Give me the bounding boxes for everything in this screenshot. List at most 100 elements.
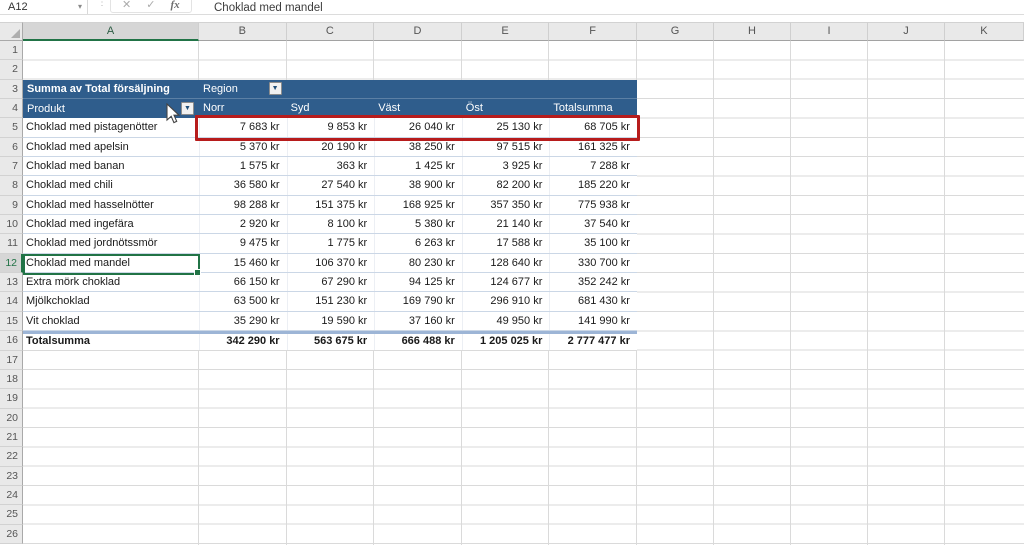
name-box-dropdown-icon[interactable]: ▾ [78,1,82,13]
pivot-product-cell[interactable]: Choklad med jordnötssmör [23,234,199,252]
pivot-value-cell[interactable]: 17 588 kr [462,234,550,252]
pivot-product-cell[interactable]: Vit choklad [23,312,199,330]
pivot-value-cell[interactable]: 35 100 kr [549,234,637,252]
pivot-value-cell[interactable]: 124 677 kr [462,273,550,291]
row-header-1[interactable]: 1 [0,41,23,60]
row-header-8[interactable]: 8 [0,176,23,195]
pivot-value-cell[interactable]: 2 920 kr [199,215,287,233]
row-header-26[interactable]: 26 [0,525,23,544]
pivot-value-cell[interactable]: 681 430 kr [549,292,637,310]
grand-total-value[interactable]: 2 777 477 kr [549,334,637,349]
pivot-value-cell[interactable]: 98 288 kr [199,196,287,214]
grand-total-label[interactable]: Totalsumma [23,334,199,349]
pivot-product-cell[interactable]: Choklad med apelsin [23,138,199,156]
column-header-G[interactable]: G [637,22,714,41]
pivot-value-cell[interactable]: 9 475 kr [199,234,287,252]
row-header-15[interactable]: 15 [0,312,23,331]
row-header-3[interactable]: 3 [0,80,23,99]
pivot-value-cell[interactable]: 775 938 kr [549,196,637,214]
row-header-12[interactable]: 12 [0,254,23,273]
pivot-value-cell[interactable]: 63 500 kr [199,292,287,310]
row-header-21[interactable]: 21 [0,428,23,447]
pivot-value-cell[interactable]: 330 700 kr [549,254,637,272]
pivot-value-cell[interactable]: 19 590 kr [287,312,375,330]
row-header-6[interactable]: 6 [0,138,23,157]
pivot-value-cell[interactable]: 296 910 kr [462,292,550,310]
formula-input[interactable]: Choklad med mandel [214,0,323,15]
pivot-value-cell[interactable]: 15 460 kr [199,254,287,272]
pivot-value-cell[interactable]: 8 100 kr [287,215,375,233]
row-header-5[interactable]: 5 [0,118,23,137]
pivot-value-cell[interactable]: 94 125 kr [374,273,462,291]
pivot-value-cell[interactable]: 27 540 kr [287,176,375,194]
pivot-value-cell[interactable]: 169 790 kr [374,292,462,310]
pivot-product-cell[interactable]: Mjölkchoklad [23,292,199,310]
pivot-value-cell[interactable]: 37 160 kr [374,312,462,330]
pivot-product-cell[interactable]: Extra mörk choklad [23,273,199,291]
row-header-2[interactable]: 2 [0,60,23,79]
pivot-value-cell[interactable]: 36 580 kr [199,176,287,194]
pivot-product-cell[interactable]: Choklad med chili [23,176,199,194]
grand-total-value[interactable]: 1 205 025 kr [462,334,550,349]
pivot-value-cell[interactable]: 67 290 kr [287,273,375,291]
row-header-16[interactable]: 16 [0,331,23,350]
pivot-value-cell[interactable]: 21 140 kr [462,215,550,233]
column-header-F[interactable]: F [549,22,637,41]
pivot-value-cell[interactable]: 1 425 kr [374,157,462,175]
pivot-product-cell[interactable]: Choklad med banan [23,157,199,175]
region-filter-button[interactable]: ▼ [269,82,282,95]
select-all-corner[interactable] [0,22,23,41]
pivot-value-cell[interactable]: 151 230 kr [287,292,375,310]
row-header-19[interactable]: 19 [0,389,23,408]
pivot-value-cell[interactable]: 5 380 kr [374,215,462,233]
pivot-value-cell[interactable]: 80 230 kr [374,254,462,272]
row-header-24[interactable]: 24 [0,486,23,505]
pivot-value-cell[interactable]: 168 925 kr [374,196,462,214]
pivot-product-cell[interactable]: Choklad med ingefära [23,215,199,233]
pivot-value-cell[interactable]: 185 220 kr [549,176,637,194]
pivot-value-cell[interactable]: 352 242 kr [549,273,637,291]
pivot-value-cell[interactable]: 357 350 kr [462,196,550,214]
column-header-D[interactable]: D [374,22,462,41]
column-header-C[interactable]: C [287,22,375,41]
row-header-13[interactable]: 13 [0,273,23,292]
row-header-4[interactable]: 4 [0,99,23,118]
pivot-value-cell[interactable]: 151 375 kr [287,196,375,214]
produkt-filter-button[interactable]: ▼ [181,102,194,115]
pivot-value-cell[interactable]: 141 990 kr [549,312,637,330]
row-header-23[interactable]: 23 [0,467,23,486]
name-box[interactable]: A12 ▾ [0,0,88,14]
column-header-I[interactable]: I [791,22,868,41]
pivot-value-cell[interactable]: 82 200 kr [462,176,550,194]
column-header-A[interactable]: A [23,22,199,41]
row-header-11[interactable]: 11 [0,234,23,253]
pivot-value-cell[interactable]: 1 775 kr [287,234,375,252]
pivot-value-cell[interactable]: 1 575 kr [199,157,287,175]
row-header-7[interactable]: 7 [0,157,23,176]
pivot-product-cell[interactable]: Choklad med hasselnötter [23,196,199,214]
column-header-H[interactable]: H [714,22,791,41]
column-header-B[interactable]: B [199,22,287,41]
row-header-18[interactable]: 18 [0,370,23,389]
cancel-icon[interactable]: ✕ [122,0,131,11]
pivot-value-cell[interactable]: 106 370 kr [287,254,375,272]
grand-total-value[interactable]: 563 675 kr [287,334,375,349]
column-header-E[interactable]: E [462,22,550,41]
pivot-value-cell[interactable]: 35 290 kr [199,312,287,330]
row-header-10[interactable]: 10 [0,215,23,234]
pivot-value-cell[interactable]: 128 640 kr [462,254,550,272]
pivot-value-cell[interactable]: 49 950 kr [462,312,550,330]
sheet-grid[interactable]: Summa av Total försäljning Region ▼ Prod… [23,41,1024,545]
pivot-value-cell[interactable]: 7 288 kr [549,157,637,175]
pivot-value-cell[interactable]: 66 150 kr [199,273,287,291]
pivot-value-cell[interactable]: 38 900 kr [374,176,462,194]
row-header-9[interactable]: 9 [0,196,23,215]
column-header-J[interactable]: J [868,22,945,41]
row-header-14[interactable]: 14 [0,292,23,311]
pivot-value-cell[interactable]: 3 925 kr [462,157,550,175]
enter-icon[interactable]: ✓ [146,0,155,11]
row-header-22[interactable]: 22 [0,447,23,466]
fill-handle[interactable] [194,269,201,276]
pivot-value-cell[interactable]: 6 263 kr [374,234,462,252]
insert-function-icon[interactable]: fx [170,0,179,11]
